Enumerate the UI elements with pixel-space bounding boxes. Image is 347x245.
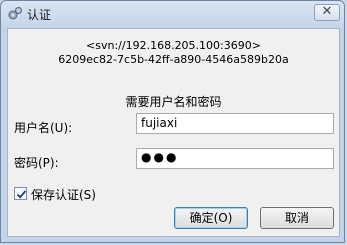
ok-button[interactable]: 确定(O) [174,207,248,229]
gears-icon [7,6,23,22]
password-input[interactable]: ●●● [136,148,334,169]
window-title: 认证 [27,8,52,22]
close-button[interactable]: ✕ [314,4,340,21]
password-label: 密码(P): [14,156,59,170]
realm-text: <svn://192.168.205.100:3690> [86,39,261,52]
title-bar[interactable]: 认证 ✕ [1,1,346,27]
auth-dialog: 认证 ✕ <svn://192.168.205.100:3690> 6209ec… [0,0,345,243]
dialog-body: <svn://192.168.205.100:3690> 6209ec82-7c… [7,28,340,237]
cancel-button[interactable]: 取消 [260,207,334,229]
close-icon: ✕ [321,4,333,19]
checkmark-icon [16,190,27,199]
save-auth-checkbox[interactable] [14,187,27,200]
repository-uuid-text: 6209ec82-7c5b-42ff-a890-4546a589b20a [58,53,289,66]
username-label: 用户名(U): [14,121,73,135]
credentials-prompt: 需要用户名和密码 [125,95,222,109]
save-auth-label: 保存认证(S) [31,188,96,202]
username-input[interactable]: fujiaxi [136,113,334,134]
